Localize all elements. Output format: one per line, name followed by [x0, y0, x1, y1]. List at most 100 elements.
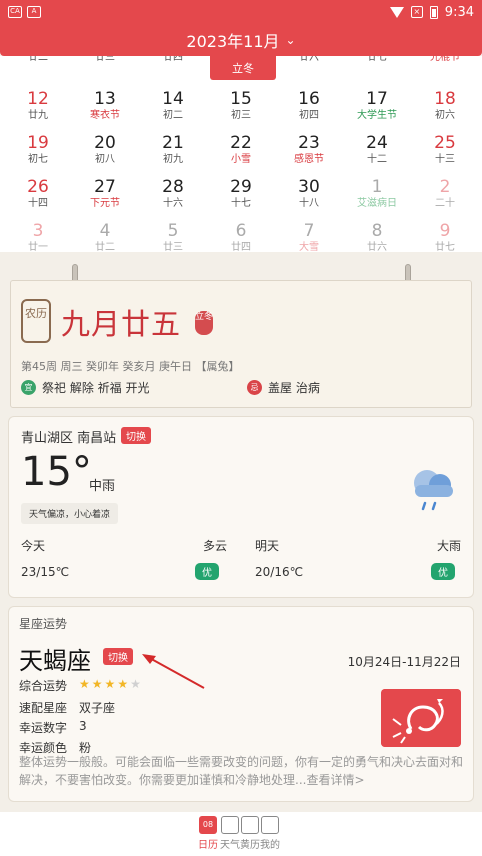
day-number: 6: [235, 221, 247, 241]
calendar-day-cell[interactable]: 18 初六: [411, 88, 479, 132]
profile-icon: [261, 816, 279, 834]
ji-text: 盖屋 治病: [268, 381, 320, 395]
calendar-day-cell[interactable]: 13 寒衣节: [71, 88, 139, 132]
calendar-day-cell[interactable]: 29 十七: [207, 176, 275, 220]
day-lunar-label: 初八: [95, 154, 115, 165]
lucky-number-row: 幸运数字 3: [19, 719, 87, 736]
weather-card[interactable]: 青山湖区 南昌站 切换 15° 中雨 天气偏凉，小心着凉 今天 多云 明天 大雨…: [8, 416, 474, 598]
ji-icon: 忌: [247, 380, 262, 395]
selected-day-term: 立冬: [232, 62, 254, 75]
day-number: 21: [162, 133, 184, 153]
day-lunar-label: 感恩节: [294, 154, 324, 165]
calendar-day-cell[interactable]: 19 初七: [4, 132, 72, 176]
tab-calendar[interactable]: 08 日历: [198, 816, 218, 851]
lucky-number-value: 3: [79, 719, 87, 733]
calendar-day-cell[interactable]: 15 初三: [207, 88, 275, 132]
day-lunar-label: 十三: [435, 154, 455, 165]
day-number: 7: [303, 221, 315, 241]
tomorrow-temperature: 20/16℃: [255, 565, 304, 579]
calendar-day-cell[interactable]: 27 下元节: [71, 176, 139, 220]
calendar-day-cell[interactable]: 12 廿九: [4, 88, 72, 132]
weather-switch-button[interactable]: 切换: [121, 427, 151, 444]
calendar-week-row: 12 廿九 13 寒衣节 14 初二 15 初三 16 初四 17 大学生节 18 初六: [0, 88, 482, 132]
tomorrow-label: 明天: [255, 539, 280, 553]
no-signal-icon: ×: [410, 6, 423, 18]
calendar-day-cell[interactable]: 26 十四: [4, 176, 72, 220]
almanac-ji: 忌 盖屋 治病: [247, 379, 320, 396]
day-number: 28: [162, 177, 184, 197]
day-lunar-label: 初七: [28, 154, 48, 165]
day-number: 26: [27, 177, 49, 197]
day-lunar-label: 初六: [435, 110, 455, 121]
calendar-day-cell[interactable]: 14 初二: [139, 88, 207, 132]
calendar-day-cell[interactable]: 2 二十: [411, 176, 479, 220]
day-number: 12: [27, 89, 49, 109]
day-lunar-label: 初四: [299, 110, 319, 121]
app-notification-icon: CA: [8, 6, 22, 18]
month-picker-header[interactable]: 2023年11月 ⌄: [0, 24, 482, 56]
app-notification-icon: A: [27, 6, 41, 18]
match-sign-row: 速配星座 双子座: [19, 699, 115, 716]
battery-icon: [429, 5, 438, 19]
day-number: 18: [434, 89, 456, 109]
zodiac-switch-button[interactable]: 切换: [103, 648, 133, 665]
day-number: 27: [94, 177, 116, 197]
day-lunar-label: 初二: [163, 110, 183, 121]
lucky-number-label: 幸运数字: [19, 721, 68, 735]
calendar-day-cell[interactable]: 1 艾滋病日: [343, 176, 411, 220]
day-number: 14: [162, 89, 184, 109]
today-condition: 多云: [203, 539, 228, 553]
current-condition: 中雨: [89, 479, 116, 494]
overall-fortune-label: 综合运势: [19, 679, 68, 693]
tomorrow-condition: 大雨: [437, 539, 462, 553]
match-sign-label: 速配星座: [19, 701, 68, 715]
day-lunar-label: 小雪: [231, 154, 251, 165]
tab-weather[interactable]: 天气: [220, 816, 240, 851]
day-number: 13: [94, 89, 116, 109]
almanac-info: 第45周 周三 癸卯年 癸亥月 庚午日 【属兔】: [21, 360, 240, 373]
day-number: 23: [298, 133, 320, 153]
calendar-day-cell[interactable]: 28 十六: [139, 176, 207, 220]
calendar-day-cell[interactable]: 21 初九: [139, 132, 207, 176]
match-sign-value: 双子座: [79, 701, 116, 715]
solar-term-stamp: 立冬: [195, 311, 213, 335]
tab-profile[interactable]: 我的: [260, 816, 280, 851]
almanac-icon: [241, 816, 259, 834]
horoscope-section-title: 星座运势: [19, 617, 68, 631]
tab-almanac[interactable]: 黄历: [240, 816, 260, 851]
today-temperature: 23/15℃: [21, 565, 70, 579]
horoscope-card[interactable]: 星座运势 天蝎座 切换 10月24日-11月22日 综合运势 ★ ★ ★ ★ ★ 速配星…: [8, 606, 474, 802]
day-number: 5: [167, 221, 179, 241]
almanac-card[interactable]: 农历 九月廿五 立冬 第45周 周三 癸卯年 癸亥月 庚午日 【属兔】 宜 祭祀…: [10, 280, 472, 408]
overall-fortune-stars: ★ ★ ★ ★ ★: [79, 677, 141, 694]
day-lunar-label: 十七: [231, 198, 251, 209]
day-lunar-label: 初三: [231, 110, 251, 121]
calendar-day-cell[interactable]: 20 初八: [71, 132, 139, 176]
fortune-description[interactable]: 整体运势一般般。可能会面临一些需要改变的问题，你有一定的勇气和决心去面对和解决，…: [19, 753, 465, 789]
calendar-day-cell[interactable]: 17 大学生节: [343, 88, 411, 132]
day-lunar-label: 十二: [367, 154, 387, 165]
day-lunar-label: 二十: [435, 198, 455, 209]
bottom-navigation: 08 日历 天气 黄历 我的: [0, 812, 482, 856]
day-lunar-label: 十八: [299, 198, 319, 209]
annotation-arrow-icon: [142, 654, 205, 689]
calendar-day-cell[interactable]: 23 感恩节: [275, 132, 343, 176]
scorpion-icon: [381, 689, 461, 747]
day-number: 3: [32, 221, 44, 241]
calendar-day-cell[interactable]: 16 初四: [275, 88, 343, 132]
calendar-icon: 08: [199, 816, 217, 834]
star-icon: ★: [104, 677, 116, 691]
status-time: 9:34: [444, 4, 474, 20]
calendar-day-cell[interactable]: 25 十三: [411, 132, 479, 176]
day-lunar-label: 艾滋病日: [357, 198, 397, 209]
calendar-day-cell[interactable]: 22 小雪: [207, 132, 275, 176]
star-icon: ★: [117, 677, 129, 691]
selected-day-marker[interactable]: 立冬: [210, 54, 276, 80]
today-air-quality-badge: 优: [195, 563, 219, 580]
calendar-day-cell[interactable]: 30 十八: [275, 176, 343, 220]
zodiac-date-range: 10月24日-11月22日: [347, 655, 461, 669]
almanac-yi: 宜 祭祀 解除 祈福 开光: [21, 379, 149, 396]
tomorrow-air-quality-badge: 优: [431, 563, 455, 580]
star-icon: ★: [91, 677, 103, 691]
calendar-day-cell[interactable]: 24 十二: [343, 132, 411, 176]
